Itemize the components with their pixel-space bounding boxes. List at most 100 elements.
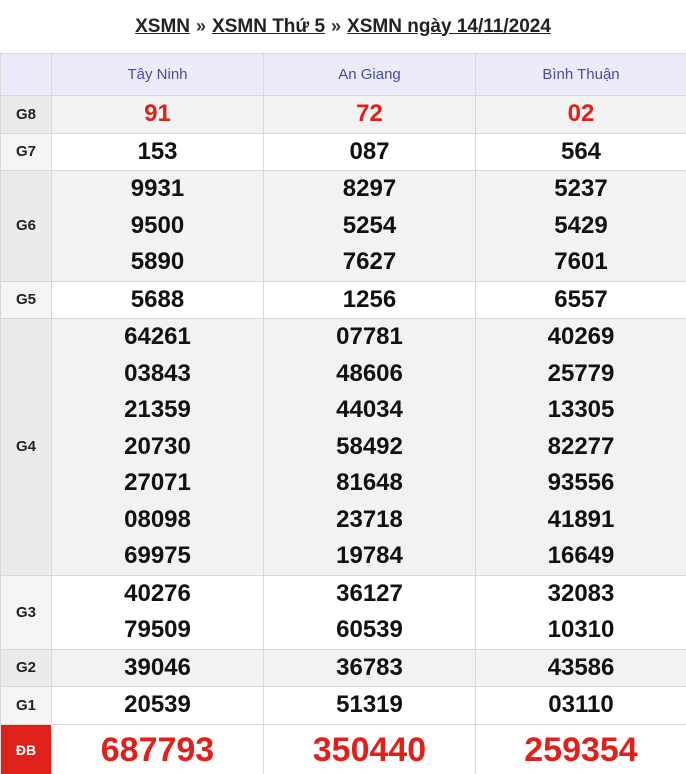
result-cell: 259354 xyxy=(475,723,686,774)
result-cell: 43586 xyxy=(475,648,686,687)
prize-number: 48606 xyxy=(336,359,403,387)
prize-label: G4 xyxy=(0,318,52,576)
prize-number: 5429 xyxy=(554,211,608,239)
special-prize-number: 350440 xyxy=(312,731,427,769)
result-cell: 40276 79509 xyxy=(51,574,264,650)
result-cell: 1256 xyxy=(263,280,476,319)
prize-label: G3 xyxy=(0,574,52,650)
table-row: G5 5688 1256 6557 xyxy=(0,280,686,319)
province-header-an-giang[interactable]: An Giang xyxy=(263,53,476,96)
result-cell: 07781 48606 44034 58492 81648 23718 19784 xyxy=(263,318,476,576)
prize-number: 58492 xyxy=(336,432,403,460)
result-cell: 39046 xyxy=(51,648,264,687)
prize-number: 7627 xyxy=(342,248,397,275)
prize-number: 087 xyxy=(349,137,390,165)
prize-label: G8 xyxy=(0,95,52,134)
result-cell: 36127 60539 xyxy=(263,574,476,650)
result-cell: 02 xyxy=(475,95,686,134)
prize-number: 44034 xyxy=(336,396,403,423)
prize-number: 20730 xyxy=(124,432,191,460)
prize-number: 02 xyxy=(567,100,595,127)
result-cell: 91 xyxy=(51,95,264,134)
prize-number: 564 xyxy=(560,137,602,165)
table-row: G3 40276 79509 36127 60539 32083 10310 xyxy=(0,574,686,650)
result-cell: 03110 xyxy=(475,686,686,725)
prize-label: G1 xyxy=(0,686,52,725)
table-row: G7 153 087 564 xyxy=(0,132,686,171)
prize-number: 19784 xyxy=(336,542,403,569)
province-header-binh-thuan[interactable]: Bình Thuận xyxy=(475,53,686,96)
result-cell: 5237 5429 7601 xyxy=(475,170,686,282)
result-cell: 20539 xyxy=(51,686,264,725)
prize-number: 20539 xyxy=(124,691,191,718)
prize-number: 32083 xyxy=(547,579,615,607)
table-row: G6 9931 9500 5890 8297 5254 7627 5237 5429 7601 xyxy=(0,170,686,282)
result-cell: 64261 03843 21359 20730 27071 08098 69975 xyxy=(51,318,264,576)
prize-number: 36783 xyxy=(336,653,403,681)
special-prize-number: 259354 xyxy=(524,731,638,769)
province-header-tay-ninh[interactable]: Tây Ninh xyxy=(51,53,264,96)
table-row: ĐB 687793 350440 259354 xyxy=(0,723,686,774)
breadcrumb-link-xsmn-thu-5[interactable]: XSMN Thứ 5 xyxy=(212,16,325,38)
prize-number: 69975 xyxy=(124,542,191,569)
result-cell: 51319 xyxy=(263,686,476,725)
prize-number: 21359 xyxy=(124,396,191,423)
result-cell: 564 xyxy=(475,132,686,171)
breadcrumb: XSMN » XSMN Thứ 5 » XSMN ngày 14/11/2024 xyxy=(0,0,686,53)
result-cell: 087 xyxy=(263,132,476,171)
prize-number: 64261 xyxy=(124,323,191,350)
prize-label: G2 xyxy=(0,648,52,687)
prize-number: 07781 xyxy=(336,323,403,350)
table-row: G1 20539 51319 03110 xyxy=(0,686,686,725)
result-cell: 153 xyxy=(51,132,264,171)
prize-number: 5688 xyxy=(130,285,185,313)
prize-number: 1256 xyxy=(342,285,397,313)
prize-number: 13305 xyxy=(547,396,615,423)
prize-number: 43586 xyxy=(547,653,615,681)
prize-number: 16649 xyxy=(547,542,615,569)
table-header-row: Tây Ninh An Giang Bình Thuận xyxy=(0,53,686,96)
prize-number: 9500 xyxy=(130,211,185,239)
prize-number: 79509 xyxy=(124,616,191,643)
prize-number: 8297 xyxy=(342,175,397,202)
result-cell: 9931 9500 5890 xyxy=(51,170,264,282)
lottery-results-page: XSMN » XSMN Thứ 5 » XSMN ngày 14/11/2024… xyxy=(0,0,686,774)
prize-number: 25779 xyxy=(547,359,615,387)
result-cell: 40269 25779 13305 82277 93556 41891 16649 xyxy=(475,318,686,576)
prize-number: 72 xyxy=(356,100,383,127)
result-cell: 6557 xyxy=(475,280,686,319)
prize-number: 36127 xyxy=(336,579,403,607)
breadcrumb-link-xsmn[interactable]: XSMN xyxy=(135,16,190,38)
result-cell: 72 xyxy=(263,95,476,134)
result-cell: 8297 5254 7627 xyxy=(263,170,476,282)
prize-label: G7 xyxy=(0,132,52,171)
prize-number: 7601 xyxy=(554,248,608,275)
table-row: G8 91 72 02 xyxy=(0,95,686,134)
prize-number: 40276 xyxy=(124,579,191,607)
result-cell: 350440 xyxy=(263,723,476,774)
prize-number: 5254 xyxy=(342,211,397,239)
result-cell: 687793 xyxy=(51,723,264,774)
prize-number: 08098 xyxy=(124,505,191,533)
prize-number: 91 xyxy=(144,100,171,127)
prize-number: 27071 xyxy=(124,469,191,496)
breadcrumb-link-xsmn-date[interactable]: XSMN ngày 14/11/2024 xyxy=(347,16,551,38)
prize-number: 03110 xyxy=(548,691,614,718)
table-row: G4 64261 03843 21359 20730 27071 08098 69975 077… xyxy=(0,318,686,576)
prize-number: 23718 xyxy=(336,505,403,533)
prize-number: 82277 xyxy=(547,432,615,460)
result-cell: 36783 xyxy=(263,648,476,687)
header-corner-cell xyxy=(0,53,52,96)
prize-number: 51319 xyxy=(336,691,403,718)
prize-number: 40269 xyxy=(547,323,615,350)
result-cell: 5688 xyxy=(51,280,264,319)
prize-number: 153 xyxy=(137,137,178,165)
prize-number: 6557 xyxy=(554,285,608,313)
table-row: G2 39046 36783 43586 xyxy=(0,648,686,687)
prize-label: G6 xyxy=(0,170,52,282)
prize-number: 9931 xyxy=(130,175,185,202)
prize-number: 41891 xyxy=(547,505,615,533)
prize-number: 10310 xyxy=(547,616,615,643)
prize-number: 81648 xyxy=(336,469,403,496)
prize-number: 5890 xyxy=(130,248,185,275)
